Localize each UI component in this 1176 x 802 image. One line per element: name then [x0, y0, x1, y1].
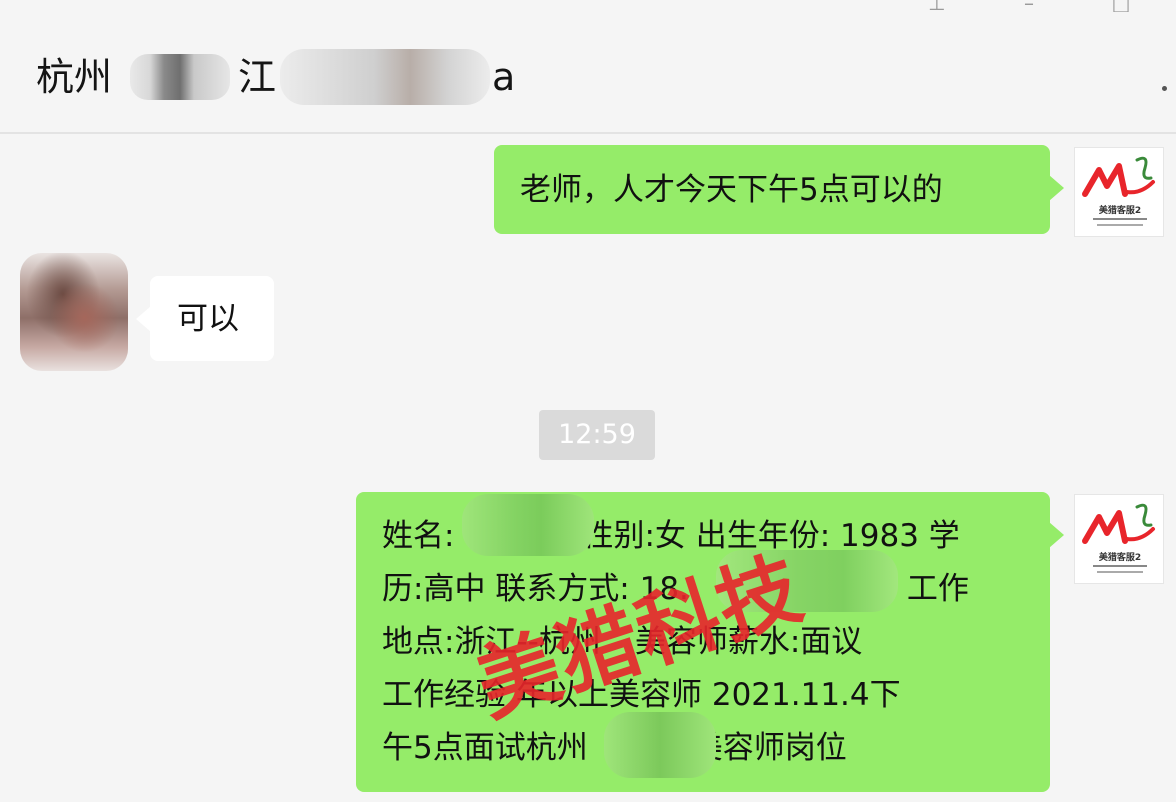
- logo-divider: [1093, 565, 1147, 567]
- window-controls: ⊥ – □: [926, 0, 1132, 12]
- bubble-tail: [1049, 175, 1064, 201]
- message-text: 可以: [177, 301, 239, 337]
- logo-caption: 美猎客服2: [1098, 206, 1142, 216]
- my-avatar[interactable]: 美猎客服2: [1074, 494, 1164, 584]
- chat-header: 杭州 江 a ⊥ – □: [0, 0, 1176, 134]
- redaction-blur: [462, 494, 594, 556]
- company-logo-icon: [1082, 503, 1155, 544]
- message-text: 老师，人才今天下午5点可以的: [520, 172, 943, 208]
- pin-icon[interactable]: ⊥: [926, 0, 948, 12]
- chat-title-mid: 江: [238, 55, 277, 99]
- logo-divider: [1097, 224, 1143, 226]
- redacted-name-blur: [280, 49, 491, 105]
- logo-caption: 美猎客服2: [1098, 553, 1142, 563]
- message-segment: 姓名:: [382, 518, 455, 554]
- my-avatar[interactable]: 美猎客服2: [1074, 147, 1164, 237]
- logo-divider: [1097, 571, 1143, 573]
- minimize-icon[interactable]: –: [1018, 0, 1040, 12]
- bubble-tail: [136, 306, 151, 332]
- contact-avatar[interactable]: [20, 253, 128, 371]
- chat-title-prefix: 杭州: [36, 55, 113, 99]
- message-segment: 午5点面试杭州: [382, 730, 588, 766]
- chat-title-suffix: a: [492, 55, 516, 99]
- redacted-name-blur: [130, 54, 231, 100]
- message-bubble-sent[interactable]: 老师，人才今天下午5点可以的: [494, 145, 1064, 234]
- message-timestamp: 12:59: [539, 410, 655, 460]
- message-bubble-received[interactable]: 可以: [136, 276, 274, 361]
- redaction-blur: [604, 712, 716, 778]
- company-logo-icon: [1082, 156, 1155, 197]
- maximize-icon[interactable]: □: [1110, 0, 1132, 12]
- more-options-icon[interactable]: [1162, 86, 1167, 91]
- chat-title: 杭州 江 a: [36, 49, 516, 105]
- bubble-tail: [1049, 522, 1064, 548]
- logo-divider: [1093, 218, 1147, 220]
